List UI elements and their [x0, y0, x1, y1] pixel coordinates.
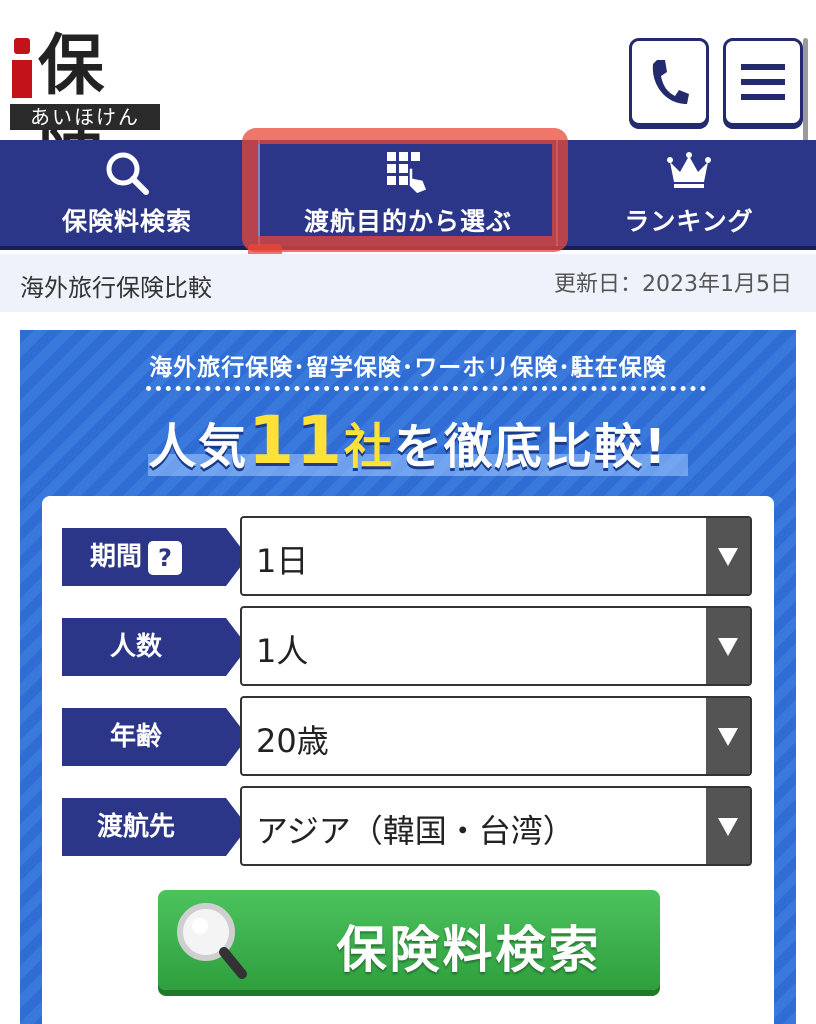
search-submit-button[interactable]: 保険料検索: [158, 890, 660, 990]
main-nav: 保険料検索 渡航目的から選ぶ ランキング: [0, 140, 816, 250]
select-value: 1日: [256, 542, 309, 580]
nav-item-purpose[interactable]: 渡航目的から選ぶ: [262, 140, 554, 246]
row-label: 年齢: [62, 708, 248, 766]
submit-label: 保険料検索: [336, 921, 602, 979]
page-title: 海外旅行保険比較: [20, 274, 212, 302]
search-form: 期間? 1日 人数 1人 年齢 20歳 渡航先 アジア（韓国・台湾） 保険料検索: [42, 496, 774, 1024]
nav-label: 渡航目的から選ぶ: [303, 207, 512, 236]
row-label: 期間?: [62, 528, 248, 586]
site-logo[interactable]: 保険 あいほけん: [10, 28, 160, 180]
select-value: 1人: [256, 632, 309, 670]
phone-icon: [652, 60, 689, 104]
headline-prefix: 人気: [148, 419, 249, 475]
nav-divider: [556, 140, 558, 246]
headline-count: 11: [248, 402, 344, 479]
panel-tagline: 海外旅行保険･留学保険･ワーホリ保険･駐在保険: [149, 355, 667, 381]
magnifier-icon: [177, 903, 247, 979]
crown-icon: [667, 152, 711, 188]
form-row-destination: 渡航先 アジア（韓国・台湾）: [42, 786, 774, 866]
row-label: 渡航先: [62, 798, 248, 856]
headline-suffix: を徹底比較!: [393, 419, 668, 475]
search-panel: 海外旅行保険･留学保険･ワーホリ保険･駐在保険 人気11社を徹底比較! 期間? …: [20, 330, 796, 1024]
dropdown-arrow-icon[interactable]: [706, 608, 750, 684]
people-select[interactable]: 1人: [240, 606, 752, 686]
nav-item-search[interactable]: 保険料検索: [0, 140, 254, 246]
updated-date: 更新日：2023年1月5日: [554, 272, 792, 297]
dropdown-arrow-icon[interactable]: [706, 698, 750, 774]
headline-count-unit: 社: [343, 419, 394, 475]
nav-label: ランキング: [624, 207, 754, 236]
nav-label: 保険料検索: [61, 207, 192, 236]
tagline-underline: [146, 386, 706, 391]
nav-item-ranking[interactable]: ランキング: [562, 140, 816, 246]
select-value: 20歳: [256, 722, 329, 760]
age-select[interactable]: 20歳: [240, 696, 752, 776]
help-icon[interactable]: ?: [148, 540, 182, 575]
search-icon: [106, 152, 149, 195]
phone-button[interactable]: [629, 38, 709, 126]
logo-subtitle: あいほけん: [10, 104, 160, 130]
dropdown-arrow-icon[interactable]: [706, 518, 750, 594]
logo-i-mark: [10, 34, 40, 100]
form-row-age: 年齢 20歳: [42, 696, 774, 776]
form-row-period: 期間? 1日: [42, 516, 774, 596]
breadcrumb-bar: 海外旅行保険比較 更新日：2023年1月5日: [0, 254, 816, 312]
hamburger-icon: [741, 64, 785, 100]
menu-button[interactable]: [723, 38, 803, 126]
row-label-text: 期間: [89, 542, 142, 572]
nav-divider: [258, 140, 260, 246]
grid-hand-icon: [387, 152, 428, 195]
form-row-people: 人数 1人: [42, 606, 774, 686]
select-value: アジア（韓国・台湾）: [256, 812, 575, 850]
period-select[interactable]: 1日: [240, 516, 752, 596]
panel-headline: 人気11社を徹底比較!: [20, 402, 796, 479]
destination-select[interactable]: アジア（韓国・台湾）: [240, 786, 752, 866]
row-label: 人数: [62, 618, 248, 676]
dropdown-arrow-icon[interactable]: [706, 788, 750, 864]
